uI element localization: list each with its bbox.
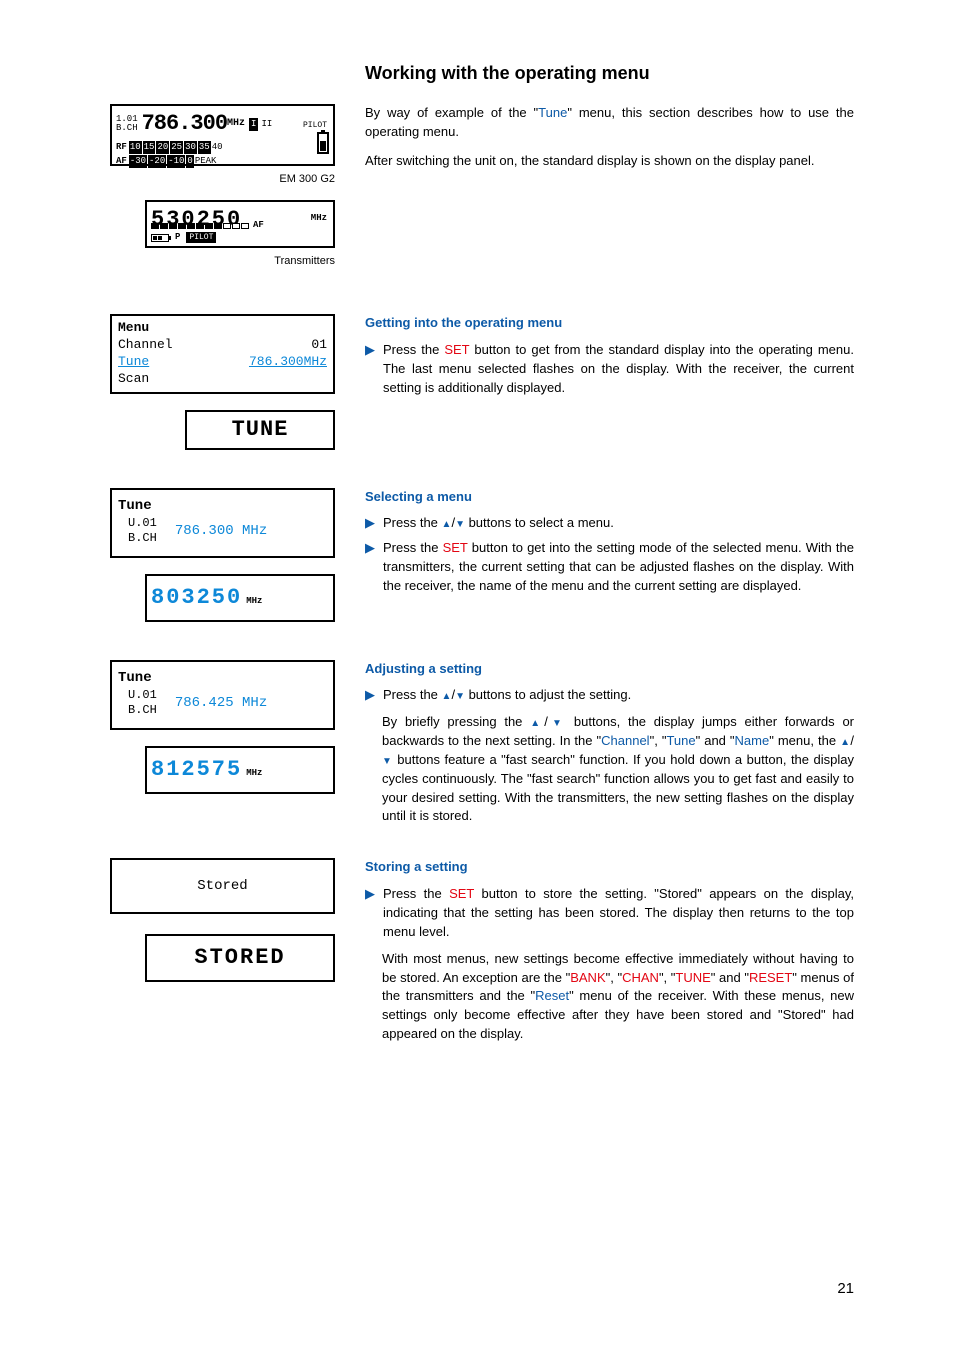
section-title-storing: Storing a setting	[365, 858, 854, 877]
tune-word-display: TUNE	[185, 410, 335, 450]
tune-display-2: Tune U.01B.CH 786.425 MHz	[110, 660, 335, 730]
step-item: ▶ Press the SET button to store the sett…	[365, 885, 854, 942]
stored-seg-display: STORED	[145, 934, 335, 982]
transmitter-caption: Transmitters	[110, 254, 335, 270]
seg-display-2: 812575 MHz	[145, 746, 335, 794]
bullet-arrow-icon: ▶	[365, 885, 375, 942]
step-item: ▶ Press the ▲/▼ buttons to select a menu…	[365, 514, 854, 533]
step-item: ▶ Press the SET button to get from the s…	[365, 341, 854, 398]
section-title-getting-into: Getting into the operating menu	[365, 314, 854, 333]
bullet-arrow-icon: ▶	[365, 341, 375, 398]
seg-display-1: 803250 MHz	[145, 574, 335, 622]
step-item: ▶ Press the SET button to get into the s…	[365, 539, 854, 596]
page-number: 21	[837, 1278, 854, 1300]
receiver-display: 1.01 B.CH 786.300 MHz III PILOT RF 10152…	[110, 104, 335, 166]
receiver-caption: EM 300 G2	[110, 172, 335, 188]
transmitter-display: 530250 MHz AF P PILOT	[145, 200, 335, 248]
intro-paragraph-1: By way of example of the "Tune" menu, th…	[365, 104, 854, 142]
section-title-selecting: Selecting a menu	[365, 488, 854, 507]
bullet-arrow-icon: ▶	[365, 514, 375, 533]
menu-display: Menu Channel01 Tune786.300MHz Scan	[110, 314, 335, 394]
adjusting-body: By briefly pressing the ▲/▼ buttons, the…	[382, 713, 854, 826]
page-title: Working with the operating menu	[365, 60, 854, 86]
step-item: ▶ Press the ▲/▼ buttons to adjust the se…	[365, 686, 854, 705]
tune-display-1: Tune U.01B.CH 786.300 MHz	[110, 488, 335, 558]
bullet-arrow-icon: ▶	[365, 539, 375, 596]
storing-body: With most menus, new settings become eff…	[382, 950, 854, 1044]
bullet-arrow-icon: ▶	[365, 686, 375, 705]
stored-display: Stored	[110, 858, 335, 914]
section-title-adjusting: Adjusting a setting	[365, 660, 854, 679]
intro-paragraph-2: After switching the unit on, the standar…	[365, 152, 854, 171]
